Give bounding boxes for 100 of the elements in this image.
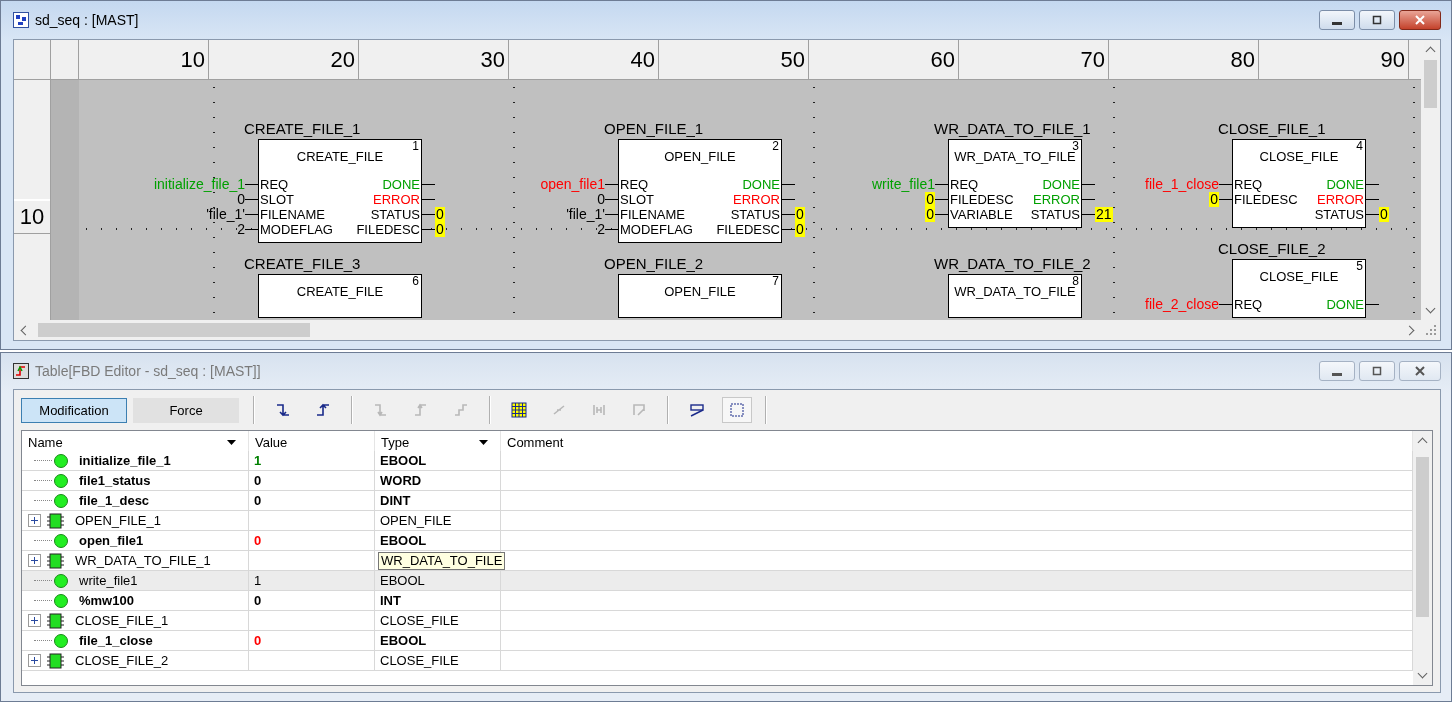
function-block[interactable]: [618, 274, 782, 318]
type-tooltip: WR_DATA_TO_FILE: [378, 551, 506, 570]
constant-label: 0: [597, 192, 605, 207]
wire: [1082, 184, 1095, 185]
name-cell[interactable]: open_file1: [22, 531, 249, 551]
close-button[interactable]: [1399, 10, 1441, 30]
name-cell[interactable]: file_1_close: [22, 631, 249, 651]
name-cell[interactable]: file1_status: [22, 471, 249, 491]
live-value: 0: [1209, 192, 1219, 207]
block-type: CREATE_FILE: [295, 149, 385, 165]
pin-label: ERROR: [373, 192, 420, 207]
close-icon: [1415, 15, 1425, 25]
expand-toggle[interactable]: [28, 654, 41, 667]
stair-icon: [453, 402, 469, 418]
type-cell: CLOSE_FILE: [380, 613, 459, 628]
variable-name: initialize_file_1: [79, 453, 171, 468]
dashed-square-icon: [729, 402, 745, 418]
block-number: 5: [1356, 259, 1363, 273]
function-block[interactable]: [948, 139, 1082, 228]
wire: [422, 184, 435, 185]
dropdown-arrow-icon[interactable]: [227, 439, 236, 445]
pin-label: SLOT: [260, 192, 294, 207]
block-instance-name: OPEN_FILE_2: [604, 255, 704, 273]
variable-name: CLOSE_FILE_1: [75, 613, 169, 628]
dropdown-arrow-icon[interactable]: [479, 439, 488, 445]
block-number: 7: [772, 274, 779, 288]
column-label: Value: [255, 434, 288, 450]
pin-label: FILEDESC: [716, 222, 780, 237]
function-block[interactable]: [1232, 259, 1366, 318]
name-cell[interactable]: %mw100: [22, 591, 249, 611]
ruler-label: 80: [1109, 40, 1259, 79]
ruler-label: 90: [1259, 40, 1409, 79]
ruler-label: 60: [809, 40, 959, 79]
value-cell: 0: [249, 591, 375, 611]
block-instance-name: WR_DATA_TO_FILE_1: [934, 120, 1091, 138]
constant-label: 'file_1': [206, 207, 245, 222]
minimize-button[interactable]: [1319, 10, 1355, 30]
block-type: CLOSE_FILE: [1258, 149, 1340, 165]
variable-icon: [53, 532, 69, 549]
pin-label: REQ: [620, 177, 649, 192]
maximize-button[interactable]: [1359, 10, 1395, 30]
expand-toggle[interactable]: [28, 514, 41, 527]
name-cell[interactable]: OPEN_FILE_1: [22, 511, 249, 531]
function-block[interactable]: [618, 139, 782, 243]
wire: [245, 184, 258, 185]
step-icon: [373, 402, 389, 418]
column-header[interactable]: Type: [375, 431, 501, 453]
block-type: OPEN_FILE: [663, 284, 737, 300]
step-icon: [413, 402, 429, 418]
value-cell: 0: [249, 491, 375, 511]
wire: [1366, 214, 1379, 215]
pin-label: STATUS: [1030, 207, 1080, 222]
variable-name: file1_status: [79, 473, 151, 488]
name-cell[interactable]: file_1_desc: [22, 491, 249, 511]
wire: [245, 214, 258, 215]
wire: [605, 214, 618, 215]
name-cell[interactable]: CLOSE_FILE_1: [22, 611, 249, 631]
bar-icon: [689, 402, 705, 418]
close-icon: [1415, 366, 1425, 376]
block-type: CLOSE_FILE: [1258, 269, 1340, 285]
type-cell: INT: [380, 593, 401, 608]
pin-label: SLOT: [620, 192, 654, 207]
pin-label: STATUS: [1314, 207, 1364, 222]
block-number: 2: [772, 139, 779, 153]
pin-label: STATUS: [370, 207, 420, 222]
variable-name: %mw100: [79, 593, 134, 608]
column-header[interactable]: Value: [249, 431, 375, 453]
type-cell: DINT: [380, 493, 411, 508]
vertical-scrollbar[interactable]: [1413, 431, 1432, 685]
function-block-icon: [47, 512, 65, 529]
wire: [1219, 304, 1232, 305]
name-cell[interactable]: write_file1: [22, 571, 249, 591]
wire: [935, 214, 948, 215]
variable-name: open_file1: [79, 533, 144, 548]
expand-toggle[interactable]: [28, 554, 41, 567]
name-cell[interactable]: CLOSE_FILE_2: [22, 651, 249, 671]
variable-name: write_file1: [79, 573, 138, 588]
pin-label: DONE: [1042, 177, 1080, 192]
wire: [422, 199, 435, 200]
variable-icon: [53, 452, 69, 469]
function-block[interactable]: [258, 139, 422, 243]
pin-label: DONE: [1326, 297, 1364, 312]
variable-icon: [53, 632, 69, 649]
block-instance-name: WR_DATA_TO_FILE_2: [934, 255, 1091, 273]
pin-label: FILENAME: [260, 207, 325, 222]
name-cell[interactable]: initialize_file_1: [22, 451, 249, 471]
wire: [935, 184, 948, 185]
function-block[interactable]: [258, 274, 422, 318]
column-header[interactable]: Name: [22, 431, 249, 453]
bracket-icon: [591, 402, 607, 418]
variable-name: OPEN_FILE_1: [75, 513, 161, 528]
maximize-icon: [1372, 366, 1382, 376]
function-block[interactable]: [1232, 139, 1366, 228]
pin-label: FILEDESC: [1234, 192, 1298, 207]
function-block[interactable]: [948, 274, 1082, 318]
ruler-label: 10: [79, 40, 209, 79]
pin-label: FILEDESC: [356, 222, 420, 237]
expand-toggle[interactable]: [28, 614, 41, 627]
variable-icon: [53, 592, 69, 609]
wire: [1219, 199, 1232, 200]
